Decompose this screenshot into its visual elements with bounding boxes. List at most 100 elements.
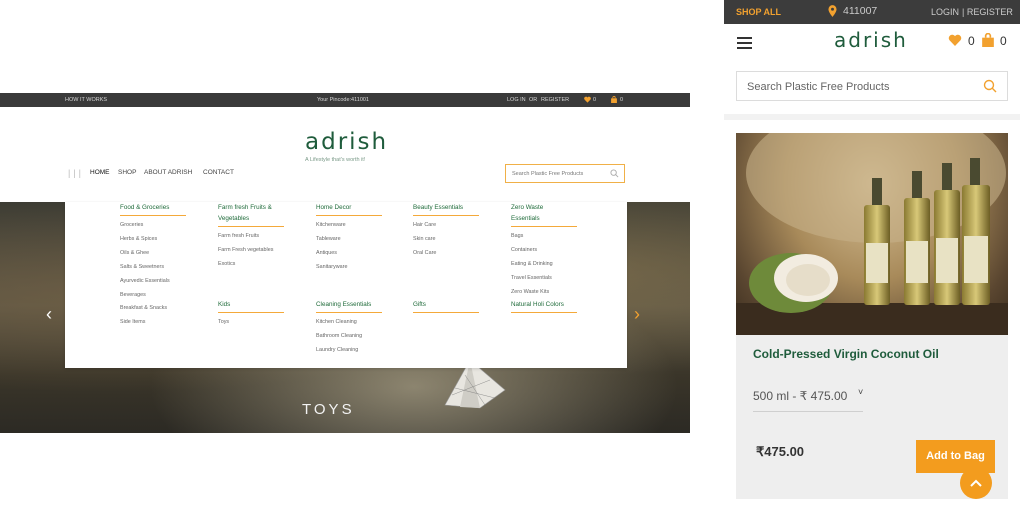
menu-heading-line: Farm fresh Fruits & [218,204,272,211]
nav-shop[interactable]: SHOP [118,169,136,176]
menu-heading-kids[interactable]: Kids [218,299,284,313]
menu-item[interactable]: Eating & Drinking [511,258,577,272]
menu-item[interactable]: Beverages [120,289,186,303]
menu-column-farm: Farm fresh Fruits & Vegetables Farm fres… [218,202,284,272]
desktop-view: HOW IT WORKS Your Pincode:411001 LOG IN … [0,93,690,433]
menu-item[interactable]: Kitchen Cleaning [316,316,382,330]
mobile-view: SHOP ALL 411007 LOGIN | REGISTER adrish … [724,0,1020,525]
menu-heading-holi[interactable]: Natural Holi Colors [511,299,577,313]
search-placeholder: Search Plastic Free Products [747,81,890,93]
variant-select[interactable]: 500 ml - ₹ 475.00 [753,389,847,403]
nav-home[interactable]: HOME [90,169,110,176]
back-to-top-button[interactable] [960,467,992,499]
how-it-works-link[interactable]: HOW IT WORKS [65,97,107,103]
search-icon[interactable] [983,79,997,93]
menu-item[interactable]: Kitchenware [316,219,382,233]
menu-item[interactable]: Side Items [120,316,186,330]
menu-item[interactable]: Farm Fresh vegetables [218,244,284,258]
menu-item[interactable]: Containers [511,244,577,258]
menu-heading-line: Essentials [511,215,540,222]
location-pin-icon [828,5,837,17]
menu-item[interactable]: Salts & Sweetners [120,261,186,275]
menu-item[interactable]: Bags [511,230,577,244]
chevron-left-icon[interactable]: ‹ [46,304,52,325]
search-placeholder: Search Plastic Free Products [512,171,584,177]
wishlist-count: 0 [593,97,597,103]
menu-column-gifts: Gifts [413,299,479,316]
bag-icon[interactable] [982,33,994,47]
bag-icon[interactable] [611,95,617,105]
menu-heading-beauty[interactable]: Beauty Essentials [413,202,479,216]
mobile-header: adrish 0 0 [724,24,1020,68]
product-title[interactable]: Cold-Pressed Virgin Coconut Oil [753,347,939,361]
mobile-search-input[interactable]: Search Plastic Free Products [736,71,1008,101]
menu-item[interactable]: Skin care [413,233,479,247]
menu-heading-home-decor[interactable]: Home Decor [316,202,382,216]
adrish-logo[interactable]: adrish [834,28,908,52]
menu-item[interactable]: Herbs & Spices [120,233,186,247]
nav-contact[interactable]: CONTACT [203,169,234,176]
product-image[interactable] [736,133,1008,335]
desktop-search-input[interactable]: Search Plastic Free Products [505,164,625,183]
coconut-oil-bottles-illustration [736,133,1008,335]
product-price: ₹475.00 [756,444,805,459]
menu-column-zero-waste: Zero Waste Essentials Bags Containers Ea… [511,202,577,300]
menu-item[interactable]: Oral Care [413,247,479,261]
menu-item[interactable]: Oils & Ghee [120,247,186,261]
menu-item[interactable]: Tableware [316,233,382,247]
hamburger-menu-icon[interactable] [737,37,752,49]
login-link[interactable]: LOG IN [507,97,526,103]
wishlist-count: 0 [968,34,975,48]
menu-item[interactable]: Hair Care [413,219,479,233]
nav-about[interactable]: ABOUT ADRISH [144,169,192,176]
hero-caption: TOYS [302,401,355,418]
menu-item[interactable]: Exotics [218,258,284,272]
adrish-logo[interactable]: adrish [305,129,388,155]
search-icon[interactable] [610,169,619,178]
menu-bars-icon[interactable]: ||| [68,168,84,178]
pincode-text[interactable]: 411007 [843,5,877,17]
register-link[interactable]: REGISTER [541,97,569,103]
cart-count: 0 [620,97,624,103]
desktop-topbar: HOW IT WORKS Your Pincode:411001 LOG IN … [0,93,690,107]
menu-heading-gifts[interactable]: Gifts [413,299,479,313]
section-divider [724,114,1020,120]
menu-item[interactable]: Farm fresh Fruits [218,230,284,244]
menu-heading-line: Vegetables [218,215,250,222]
menu-item[interactable]: Ayurvedic Essentials [120,275,186,289]
menu-heading-food[interactable]: Food & Groceries [120,202,186,216]
menu-item[interactable]: Laundry Cleaning [316,344,382,358]
desktop-header: adrish A Lifestyle that's worth it! ||| … [0,107,690,202]
shop-all-link[interactable]: SHOP ALL [736,7,781,17]
menu-column-cleaning: Cleaning Essentials Kitchen Cleaning Bat… [316,299,382,358]
heart-icon[interactable] [948,34,962,46]
menu-heading-farm[interactable]: Farm fresh Fruits & Vegetables [218,202,284,227]
menu-item[interactable]: Zero Waste Kits [511,286,577,300]
menu-heading-line: Zero Waste [511,204,544,211]
pincode-text[interactable]: Your Pincode:411001 [317,97,369,103]
menu-item[interactable]: Travel Essentials [511,272,577,286]
chevron-right-icon[interactable]: › [634,304,640,325]
menu-item[interactable]: Bathroom Cleaning [316,330,382,344]
menu-heading-zero-waste[interactable]: Zero Waste Essentials [511,202,577,227]
product-card: Cold-Pressed Virgin Coconut Oil 500 ml -… [736,133,1008,499]
login-link[interactable]: LOGIN [931,7,959,17]
brand-tagline: A Lifestyle that's worth it! [305,157,366,163]
or-text: OR [529,97,538,103]
variant-underline [753,411,863,412]
heart-icon[interactable] [584,96,591,105]
menu-item[interactable]: Sanitaryware [316,261,382,275]
menu-item[interactable]: Breakfast & Snacks [120,302,186,316]
mobile-topbar: SHOP ALL 411007 LOGIN | REGISTER [724,0,1020,24]
menu-column-beauty: Beauty Essentials Hair Care Skin care Or… [413,202,479,261]
mega-menu: Food & Groceries Groceries Herbs & Spice… [65,202,627,368]
menu-item[interactable]: Antiques [316,247,382,261]
menu-item[interactable]: Toys [218,316,284,330]
cart-count: 0 [1000,34,1007,48]
menu-heading-cleaning[interactable]: Cleaning Essentials [316,299,382,313]
chevron-down-icon[interactable]: ˅ [858,387,863,397]
chevron-up-icon [970,479,982,487]
menu-column-food: Food & Groceries Groceries Herbs & Spice… [120,202,186,330]
register-link[interactable]: | REGISTER [962,7,1013,17]
menu-item[interactable]: Groceries [120,219,186,233]
